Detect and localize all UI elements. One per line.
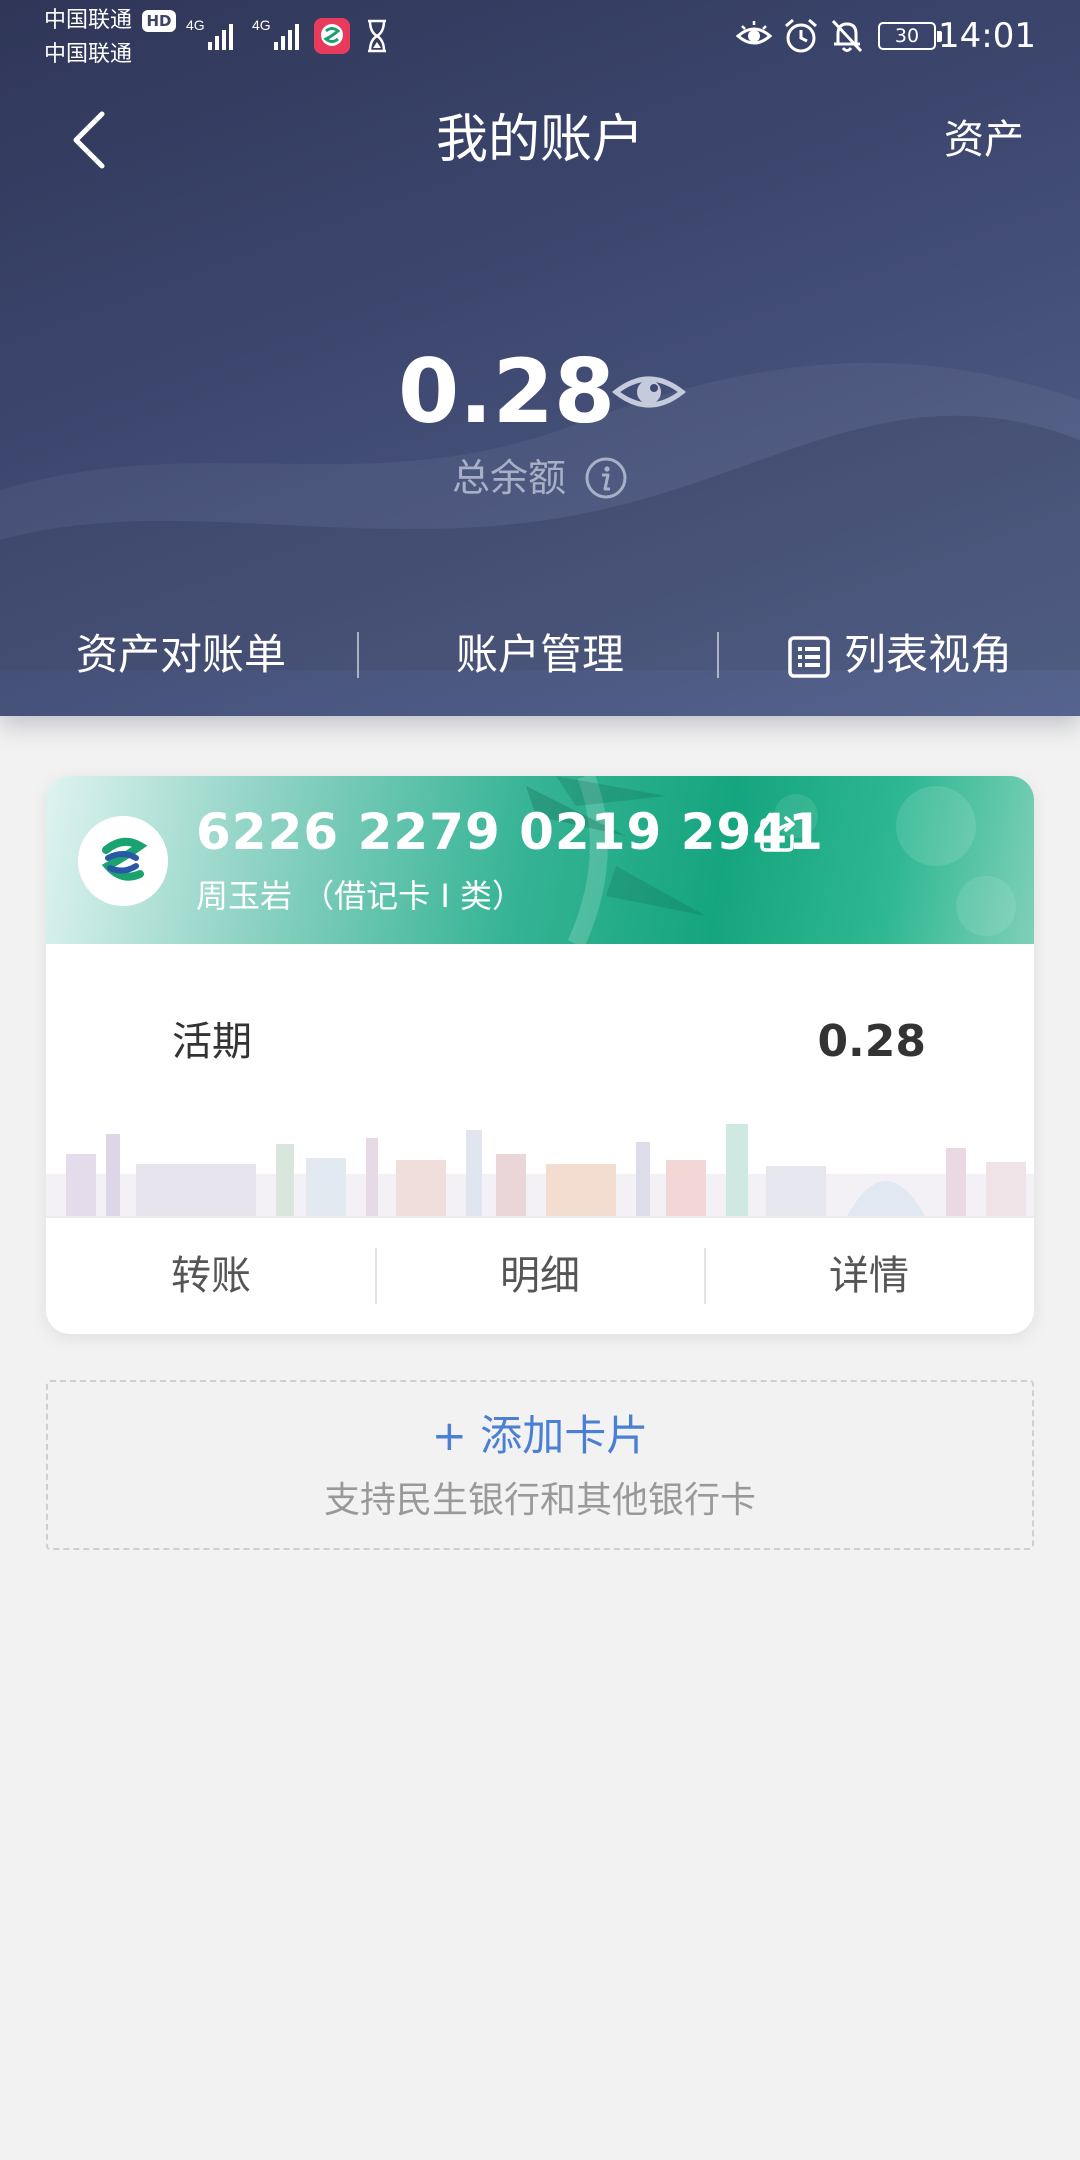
total-balance: 0.28 — [398, 340, 616, 443]
add-card-button[interactable]: + 添加卡片 支持民生银行和其他银行卡 — [46, 1380, 1034, 1550]
transactions-button[interactable]: 明细 — [375, 1218, 705, 1334]
clock: 14:01 — [938, 16, 1036, 56]
share-icon[interactable] — [756, 812, 800, 856]
balance-label: 总余额 — [452, 456, 567, 500]
signal-icon: 4G — [252, 17, 299, 50]
list-view-button[interactable]: 列表视角 — [788, 620, 1012, 690]
bank-card[interactable]: 6226 2279 0219 2941 周玉岩 （借记卡 I 类） 活期 0.2… — [46, 776, 1034, 1334]
add-card-subtitle: 支持民生银行和其他银行卡 — [323, 1480, 756, 1521]
eye-icon[interactable] — [612, 364, 686, 420]
carrier-label: 中国联通 — [44, 42, 133, 67]
network-label: 4G — [252, 17, 271, 33]
account-header: 中国联通 中国联通 HD 4G 4G 30 14:01 我的账户 资产 0.28… — [0, 0, 1080, 716]
action-divider — [357, 632, 359, 678]
card-holder: 周玉岩 （借记卡 I 类） — [196, 877, 524, 915]
app-notification-icon — [314, 18, 350, 54]
account-type: 活期 — [172, 1019, 252, 1065]
header-actions: 资产对账单 账户管理 列表视角 — [0, 620, 1080, 690]
eye-comfort-icon — [735, 21, 773, 45]
details-button[interactable]: 详情 — [704, 1218, 1034, 1334]
card-actions: 转账 明细 详情 — [46, 1218, 1034, 1334]
mute-bell-icon — [831, 19, 863, 53]
account-manage-button[interactable]: 账户管理 — [456, 620, 624, 690]
battery-level: 30 — [894, 25, 920, 47]
asset-statement-button[interactable]: 资产对账单 — [76, 620, 286, 690]
page-title: 我的账户 — [435, 110, 644, 170]
card-header: 6226 2279 0219 2941 周玉岩 （借记卡 I 类） — [46, 776, 1034, 944]
battery-icon: 30 — [878, 22, 942, 50]
city-skyline-decoration — [46, 1124, 1034, 1218]
signal-icon: 4G — [186, 17, 233, 50]
account-amount: 0.28 — [817, 1016, 926, 1067]
list-icon — [788, 636, 830, 678]
action-divider — [717, 632, 719, 678]
add-card-title: + 添加卡片 — [431, 1411, 649, 1460]
assets-link[interactable]: 资产 — [944, 112, 1024, 168]
status-bar: 中国联通 中国联通 HD 4G 4G 30 14:01 — [0, 0, 1080, 72]
transfer-button[interactable]: 转账 — [46, 1218, 376, 1334]
network-label: 4G — [186, 17, 205, 33]
alarm-icon — [785, 18, 817, 53]
bank-logo-icon — [78, 816, 168, 906]
list-view-label: 列表视角 — [844, 630, 1013, 679]
hd-badge: HD — [142, 10, 176, 32]
info-icon[interactable] — [584, 456, 628, 500]
card-number: 6226 2279 0219 2941 — [196, 803, 824, 861]
carrier-label: 中国联通 — [44, 8, 133, 33]
hourglass-icon — [368, 19, 386, 53]
